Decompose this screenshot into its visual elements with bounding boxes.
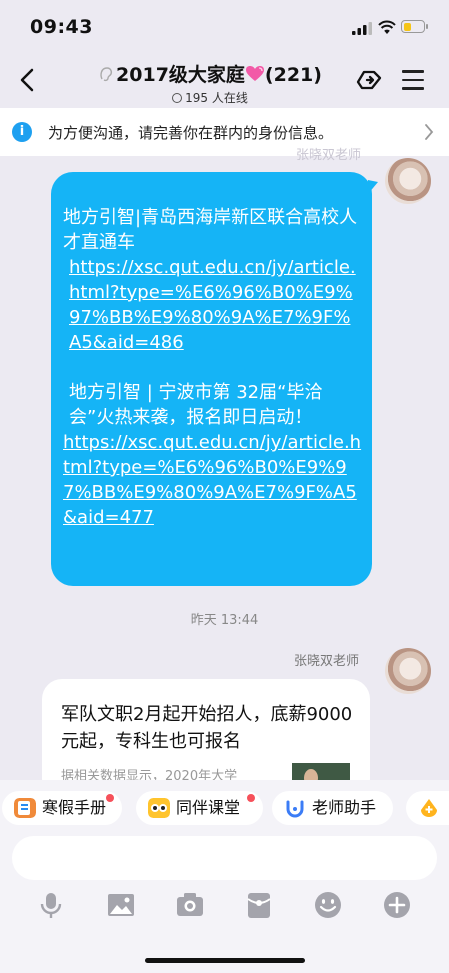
heart-emoji-icon [245, 66, 264, 81]
camera-icon[interactable] [175, 890, 205, 920]
shortcut-more[interactable] [406, 791, 449, 825]
image-icon[interactable] [106, 890, 136, 920]
notification-dot [247, 794, 255, 802]
avatar[interactable] [385, 648, 431, 694]
shortcut-handbook[interactable]: 寒假手册 [2, 791, 122, 825]
message-timestamp: 昨天 13:44 [190, 613, 259, 628]
battery-icon [401, 20, 428, 33]
cellular-signal-icon [352, 22, 372, 35]
wifi-icon [378, 20, 396, 34]
online-status: 195 人在线 [60, 89, 360, 106]
message-input[interactable] [12, 836, 437, 880]
back-arrow-icon[interactable] [16, 66, 40, 94]
sender-name: 张晓双老师 [294, 654, 360, 669]
sender-name: 张晓双老师 [296, 148, 362, 163]
shortcut-assistant[interactable]: 老师助手 [272, 791, 393, 825]
article-title: 军队文职2月起开始招人，底薪9000元起，专科生也可报名 [61, 704, 353, 752]
online-count: 195 人在线 [185, 91, 248, 105]
menu-icon[interactable] [402, 70, 424, 90]
group-share-icon[interactable] [354, 64, 386, 96]
notice-text: 为方便沟通，请完善你在群内的身份信息。 [48, 124, 334, 142]
input-area [0, 834, 449, 973]
shortcut-bar: 寒假手册 同伴课堂 老师助手 [0, 780, 449, 834]
assistant-icon [286, 800, 304, 818]
message-text: 地方引智 | 宁波市第 32届“毕洽会”火热来袭，报名即日启动！ [69, 382, 323, 428]
classroom-icon [148, 798, 170, 818]
more-app-icon [421, 799, 437, 817]
chevron-right-icon [425, 124, 434, 140]
message-text: 地方引智|青岛西海岸新区联合高校人才直通车 [63, 207, 358, 253]
plus-icon[interactable] [382, 890, 412, 920]
red-packet-icon[interactable] [244, 890, 274, 920]
chat-title: 2017级大家庭 (221) [60, 60, 360, 87]
member-count: (221) [264, 64, 322, 86]
status-bar: 09:43 [0, 0, 449, 52]
shortcut-label: 同伴课堂 [176, 798, 241, 817]
emoji-icon[interactable] [313, 890, 343, 920]
bubble-tail [368, 180, 378, 194]
avatar[interactable] [385, 158, 431, 204]
chat-header: 2017级大家庭 (221) 195 人在线 [0, 52, 449, 108]
chat-title-text: 2017级大家庭 [116, 64, 245, 86]
message-link[interactable]: https://xsc.qut.edu.cn/jy/article.html?t… [63, 432, 361, 528]
status-time: 09:43 [30, 16, 93, 38]
chat-title-area[interactable]: 2017级大家庭 (221) 195 人在线 [60, 60, 360, 106]
shortcut-classroom[interactable]: 同伴课堂 [136, 791, 263, 825]
microphone-icon[interactable] [36, 890, 66, 920]
handbook-icon [14, 798, 36, 818]
message-link[interactable]: https://xsc.qut.edu.cn/jy/article.html?t… [69, 257, 356, 353]
shortcut-label: 老师助手 [312, 798, 377, 817]
ear-icon [100, 67, 113, 82]
message-bubble-outgoing[interactable]: 地方引智|青岛西海岸新区联合高校人才直通车 https://xsc.qut.ed… [51, 172, 372, 586]
home-indicator [145, 958, 305, 963]
notification-dot [106, 794, 114, 802]
shortcut-label: 寒假手册 [42, 798, 107, 817]
online-indicator-icon [172, 93, 183, 103]
info-icon: i [12, 122, 32, 142]
identity-notice-bar[interactable]: i 为方便沟通，请完善你在群内的身份信息。 [0, 108, 449, 156]
